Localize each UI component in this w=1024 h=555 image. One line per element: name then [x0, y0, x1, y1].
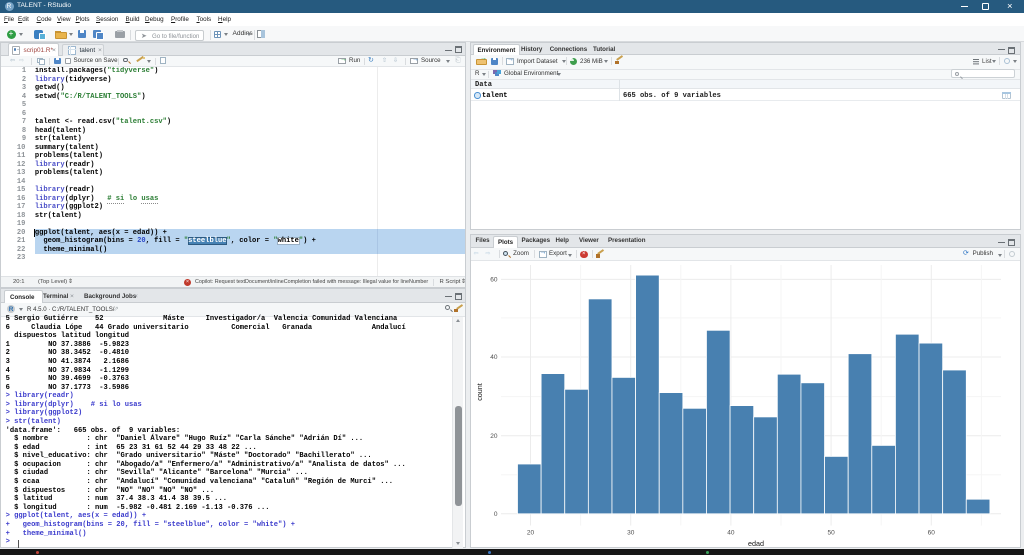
- svg-text:30: 30: [627, 530, 635, 537]
- svg-text:count: count: [475, 383, 484, 401]
- svg-text:edad: edad: [748, 539, 764, 548]
- svg-text:20: 20: [527, 530, 535, 537]
- svg-text:40: 40: [727, 530, 735, 537]
- svg-text:20: 20: [490, 433, 498, 440]
- svg-text:0: 0: [494, 511, 498, 518]
- svg-text:60: 60: [928, 530, 936, 537]
- svg-text:60: 60: [490, 277, 498, 284]
- svg-text:40: 40: [490, 354, 498, 361]
- svg-text:50: 50: [827, 530, 835, 537]
